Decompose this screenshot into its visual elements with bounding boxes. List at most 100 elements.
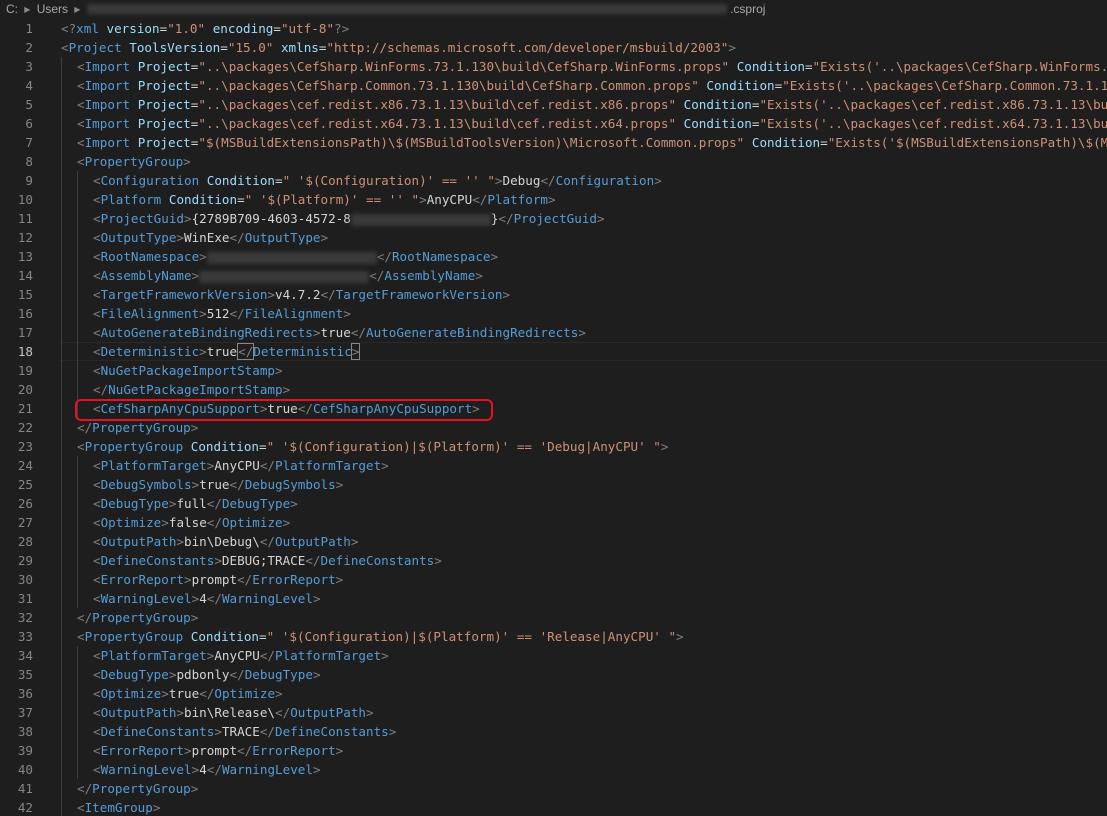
xml-punctuation: </ bbox=[206, 762, 222, 777]
code-line[interactable]: 38 <DefineConstants>TRACE</DefineConstant… bbox=[0, 722, 1107, 741]
xml-punctuation: > bbox=[190, 781, 199, 796]
xml-punctuation: > bbox=[190, 610, 199, 625]
xml-punctuation: < bbox=[93, 686, 101, 701]
code-line[interactable]: 19 <NuGetPackageImportStamp> bbox=[0, 361, 1107, 380]
xml-punctuation: </ bbox=[206, 496, 222, 511]
xml-punctuation: > bbox=[490, 249, 499, 264]
code-line[interactable]: 41 </PropertyGroup> bbox=[0, 779, 1107, 798]
code-line[interactable]: 32 </PropertyGroup> bbox=[0, 608, 1107, 627]
code-line[interactable]: 6 <Import Project="..\packages\cef.redist… bbox=[0, 114, 1107, 133]
breadcrumb-item-drive[interactable]: C: bbox=[6, 0, 18, 19]
xml-attribute: encoding bbox=[212, 21, 274, 36]
code-line[interactable]: 23 <PropertyGroup Condition=" '$(Configur… bbox=[0, 437, 1107, 456]
code-line[interactable]: 30 <ErrorReport>prompt</ErrorReport> bbox=[0, 570, 1107, 589]
xml-attribute: Project bbox=[137, 97, 191, 112]
code-line[interactable]: 24 <PlatformTarget>AnyCPU</PlatformTarget… bbox=[0, 456, 1107, 475]
xml-tag-name: DefineConstants bbox=[100, 724, 215, 739]
xml-tag-name: FileAlignment bbox=[100, 306, 200, 321]
xml-tag-name: ErrorReport bbox=[100, 572, 184, 587]
code-line[interactable]: 29 <DefineConstants>DEBUG;TRACE</DefineCo… bbox=[0, 551, 1107, 570]
code-line[interactable]: 31 <WarningLevel>4</WarningLevel> bbox=[0, 589, 1107, 608]
code-line[interactable]: 10 <Platform Condition=" '$(Platform)' ==… bbox=[0, 190, 1107, 209]
code-line[interactable]: 35 <DebugType>pdbonly</DebugType> bbox=[0, 665, 1107, 684]
xml-punctuation: < bbox=[77, 154, 85, 169]
line-number: 1 bbox=[25, 21, 33, 36]
code-line[interactable]: 25 <DebugSymbols>true</DebugSymbols> bbox=[0, 475, 1107, 494]
code-line[interactable]: 5 <Import Project="..\packages\cef.redist… bbox=[0, 95, 1107, 114]
xml-punctuation: > bbox=[366, 705, 374, 720]
code-text: <DefineConstants>TRACE</DefineConstants> bbox=[93, 722, 396, 741]
xml-text: 512 bbox=[206, 306, 230, 321]
xml-text bbox=[99, 21, 107, 36]
xml-punctuation: < bbox=[93, 572, 101, 587]
code-line[interactable]: 39 <ErrorReport>prompt</ErrorReport> bbox=[0, 741, 1107, 760]
xml-tag-name: DefineConstants bbox=[100, 553, 215, 568]
code-line[interactable]: 9 <Configuration Condition=" '$(Configura… bbox=[0, 171, 1107, 190]
indent-guide bbox=[77, 722, 78, 741]
code-line[interactable]: 22 </PropertyGroup> bbox=[0, 418, 1107, 437]
code-line[interactable]: 3 <Import Project = "..\packages\CefSharp.W… bbox=[0, 57, 1107, 76]
indent-guide bbox=[61, 741, 62, 760]
xml-punctuation: > bbox=[335, 743, 344, 758]
code-line[interactable]: 14 <AssemblyName> </AssemblyName> bbox=[0, 266, 1107, 285]
code-line[interactable]: 20 </NuGetPackageImportStamp> bbox=[0, 380, 1107, 399]
code-line[interactable]: 17 <AutoGenerateBindingRedirects>true</Au… bbox=[0, 323, 1107, 342]
code-line[interactable]: 13 <RootNamespace> </RootNamespace> bbox=[0, 247, 1107, 266]
xml-tag-name: ErrorReport bbox=[100, 743, 184, 758]
indent-guide bbox=[61, 380, 62, 399]
code-text: <PropertyGroup> bbox=[77, 152, 191, 171]
code-line[interactable]: 1 <?xml version="1.0" encoding="utf-8"?> bbox=[0, 19, 1107, 38]
xml-punctuation: > bbox=[494, 173, 503, 188]
xml-punctuation: </ bbox=[259, 648, 276, 663]
code-line[interactable]: 27 <Optimize>false</Optimize> bbox=[0, 513, 1107, 532]
xml-attribute: Condition bbox=[206, 173, 276, 188]
xml-tag-name: NuGetPackageImportStamp bbox=[100, 363, 275, 378]
code-line[interactable]: 15 <TargetFrameworkVersion>v4.7.2</Target… bbox=[0, 285, 1107, 304]
code-line[interactable]: 18 <Deterministic>true</Deterministic> bbox=[0, 342, 1107, 361]
code-line[interactable]: 42 <ItemGroup> bbox=[0, 798, 1107, 816]
code-line[interactable]: 7 <Import Project = "$(MSBuildExtensionsPat… bbox=[0, 133, 1107, 152]
xml-text bbox=[205, 21, 213, 36]
code-line[interactable]: 2 <Project ToolsVersion="15.0" xmlns="htt… bbox=[0, 38, 1107, 57]
xml-tag-name: Optimize bbox=[221, 515, 283, 530]
xml-text: true bbox=[320, 325, 351, 340]
code-line[interactable]: 37 <OutputPath>bin\Release\</OutputPath> bbox=[0, 703, 1107, 722]
line-number: 12 bbox=[17, 230, 33, 245]
line-number: 4 bbox=[25, 78, 33, 93]
xml-punctuation: </ bbox=[259, 458, 276, 473]
indent-guide bbox=[77, 532, 78, 551]
xml-text: bin\Release\ bbox=[184, 705, 276, 720]
code-line[interactable]: 4 <Import Project="..\packages\CefSharp.C… bbox=[0, 76, 1107, 95]
xml-tag-name: AssemblyName bbox=[100, 268, 192, 283]
code-line[interactable]: 11 <ProjectGuid>{2789B709-4603-4572-8}</P… bbox=[0, 209, 1107, 228]
indent-guide bbox=[61, 570, 62, 589]
xml-punctuation: < bbox=[93, 363, 101, 378]
xml-punctuation: < bbox=[93, 230, 101, 245]
code-line[interactable]: 34 <PlatformTarget>AnyCPU</PlatformTarget… bbox=[0, 646, 1107, 665]
indent-guide bbox=[61, 114, 62, 133]
line-number: 35 bbox=[17, 667, 33, 682]
code-line[interactable]: 40 <WarningLevel>4</WarningLevel> bbox=[0, 760, 1107, 779]
code-line[interactable]: 28 <OutputPath>bin\Debug\</OutputPath> bbox=[0, 532, 1107, 551]
code-text: </PropertyGroup> bbox=[77, 608, 198, 627]
code-line[interactable]: 21 <CefSharpAnyCpuSupport>true</CefSharpA… bbox=[0, 399, 1107, 418]
indent-guide bbox=[61, 76, 62, 95]
xml-text: = bbox=[275, 173, 283, 188]
code-line[interactable]: 26 <DebugType>full</DebugType> bbox=[0, 494, 1107, 513]
xml-text: = bbox=[220, 40, 228, 55]
code-line[interactable]: 16 <FileAlignment>512</FileAlignment> bbox=[0, 304, 1107, 323]
code-line[interactable]: 36 <Optimize>true</Optimize> bbox=[0, 684, 1107, 703]
indent-guide bbox=[77, 323, 78, 342]
xml-text bbox=[676, 116, 684, 131]
xml-text: 4 bbox=[199, 762, 207, 777]
redacted-path bbox=[86, 4, 727, 14]
breadcrumb-item-file[interactable]: .csproj bbox=[730, 0, 765, 19]
code-editor[interactable]: 1 <?xml version="1.0" encoding="utf-8"?> 2… bbox=[0, 19, 1107, 816]
breadcrumb-item-users[interactable]: Users bbox=[37, 0, 68, 19]
code-line[interactable]: 12 <OutputType>WinExe</OutputType> bbox=[0, 228, 1107, 247]
xml-text bbox=[183, 439, 191, 454]
code-line[interactable]: 8 <PropertyGroup> bbox=[0, 152, 1107, 171]
xml-string: "Exists('..\packages\CefSharp.WinForms.7… bbox=[812, 59, 1107, 74]
code-line[interactable]: 33 <PropertyGroup Condition=" '$(Configur… bbox=[0, 627, 1107, 646]
indent-guide bbox=[61, 247, 62, 266]
